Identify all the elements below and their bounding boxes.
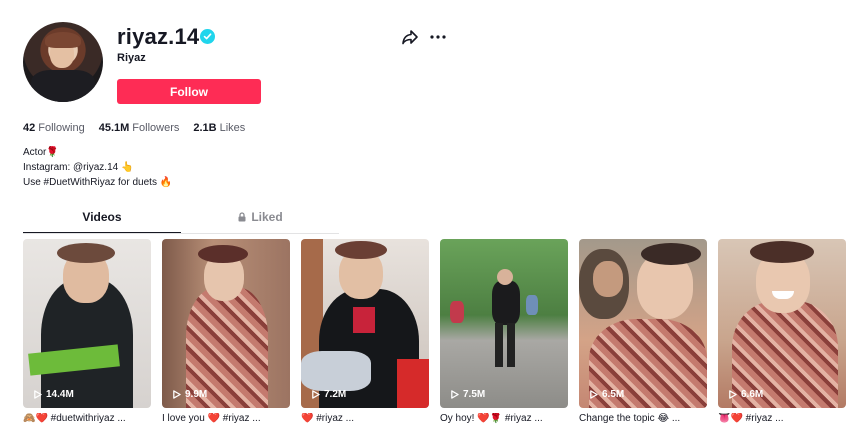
following-stat[interactable]: 42 Following	[23, 122, 85, 134]
play-icon	[34, 390, 42, 399]
likes-stat: 2.1B Likes	[193, 122, 245, 134]
video-card[interactable]: 9.9M I love you ❤️ #riyaz ...	[162, 239, 290, 424]
play-icon	[312, 390, 320, 399]
likes-count: 2.1B	[193, 122, 217, 134]
verified-icon	[200, 29, 215, 44]
view-count-value: 7.5M	[463, 389, 486, 400]
profile-stats: 42 Following 45.1M Followers 2.1B Likes	[23, 122, 245, 134]
tab-liked[interactable]: Liked	[181, 210, 339, 234]
view-count: 6.5M	[589, 389, 624, 400]
video-thumbnail[interactable]: 7.5M	[440, 239, 568, 408]
view-count-value: 6.5M	[602, 389, 625, 400]
video-caption[interactable]: 🙈❤️ #duetwithriyaz ...	[23, 413, 151, 424]
view-count: 9.9M	[172, 389, 207, 400]
view-count: 7.5M	[450, 389, 485, 400]
bio: Actor🌹 Instagram: @riyaz.14 👆 Use #DuetW…	[23, 145, 172, 190]
display-name: Riyaz	[117, 52, 146, 64]
share-icon[interactable]	[401, 29, 419, 45]
video-thumbnail[interactable]: 9.9M	[162, 239, 290, 408]
lock-icon	[237, 211, 247, 222]
video-card[interactable]: 14.4M 🙈❤️ #duetwithriyaz ...	[23, 239, 151, 424]
video-thumbnail[interactable]: 6.6M	[718, 239, 846, 408]
tabs-divider	[23, 233, 339, 234]
video-caption[interactable]: ❤️ #riyaz ...	[301, 413, 429, 424]
view-count: 7.2M	[311, 389, 346, 400]
followers-stat[interactable]: 45.1M Followers	[99, 122, 180, 134]
followers-label: Followers	[132, 122, 180, 134]
profile-tabs: Videos Liked	[23, 210, 339, 234]
view-count-value: 7.2M	[324, 389, 347, 400]
view-count-value: 14.4M	[46, 389, 74, 400]
tab-videos[interactable]: Videos	[23, 210, 181, 234]
followers-count: 45.1M	[98, 122, 130, 134]
view-count: 14.4M	[33, 389, 74, 400]
video-caption[interactable]: Oy hoy! ❤️🌹 #riyaz ...	[440, 413, 568, 424]
follow-button[interactable]: Follow	[117, 79, 261, 104]
bio-line: Use #DuetWithRiyaz for duets 🔥	[23, 177, 173, 188]
tab-videos-label: Videos	[82, 210, 122, 224]
play-icon	[729, 390, 737, 399]
view-count: 6.6M	[728, 389, 763, 400]
video-card[interactable]: 7.2M ❤️ #riyaz ...	[301, 239, 429, 424]
following-label: Following	[38, 122, 85, 134]
avatar-hair	[45, 32, 81, 48]
following-count: 42	[23, 122, 36, 134]
video-card[interactable]: 7.5M Oy hoy! ❤️🌹 #riyaz ...	[440, 239, 568, 424]
video-card[interactable]: 6.5M Change the topic 😂 ...	[579, 239, 707, 424]
avatar-jacket	[31, 70, 95, 102]
bio-line: Instagram: @riyaz.14 👆	[23, 162, 134, 173]
likes-label: Likes	[219, 122, 246, 134]
bio-line: Actor🌹	[23, 147, 59, 158]
play-icon	[451, 390, 459, 399]
play-icon	[173, 390, 181, 399]
view-count-value: 9.9M	[185, 389, 208, 400]
video-thumbnail[interactable]: 14.4M	[23, 239, 151, 408]
video-caption[interactable]: Change the topic 😂 ...	[579, 413, 707, 424]
video-thumbnail[interactable]: 7.2M	[301, 239, 429, 408]
video-card[interactable]: 6.6M 👅❤️ #riyaz ...	[718, 239, 846, 424]
more-icon[interactable]	[429, 29, 447, 45]
video-caption[interactable]: 👅❤️ #riyaz ...	[718, 413, 846, 424]
play-icon	[590, 390, 598, 399]
tab-liked-label: Liked	[251, 210, 283, 224]
view-count-value: 6.6M	[741, 389, 764, 400]
video-caption[interactable]: I love you ❤️ #riyaz ...	[162, 413, 290, 424]
video-thumbnail[interactable]: 6.5M	[579, 239, 707, 408]
username: riyaz.14	[117, 24, 200, 49]
avatar[interactable]	[23, 22, 103, 102]
